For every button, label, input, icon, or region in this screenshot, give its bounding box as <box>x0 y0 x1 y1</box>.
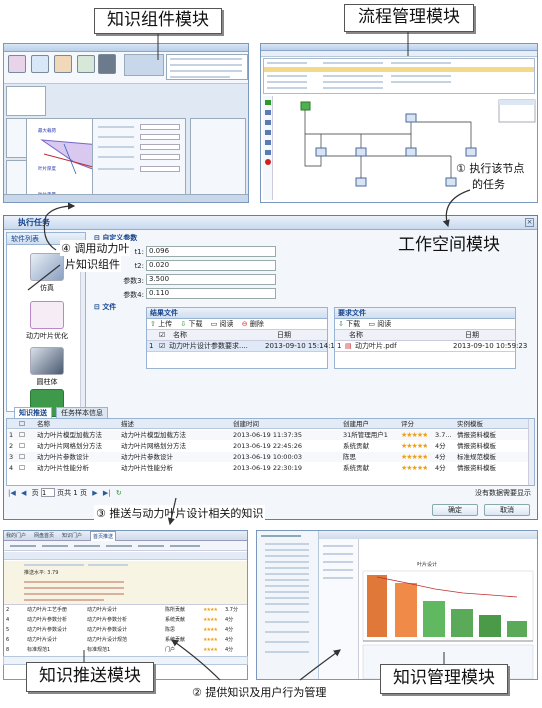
step2-arrow-right <box>299 649 341 681</box>
step2-arrow-left <box>171 639 221 681</box>
flow-arrows <box>27 32 471 681</box>
step4-arrow <box>43 202 76 251</box>
step4-line <box>27 264 61 291</box>
step1-arrow <box>442 189 471 228</box>
step3-arrow <box>167 497 177 526</box>
